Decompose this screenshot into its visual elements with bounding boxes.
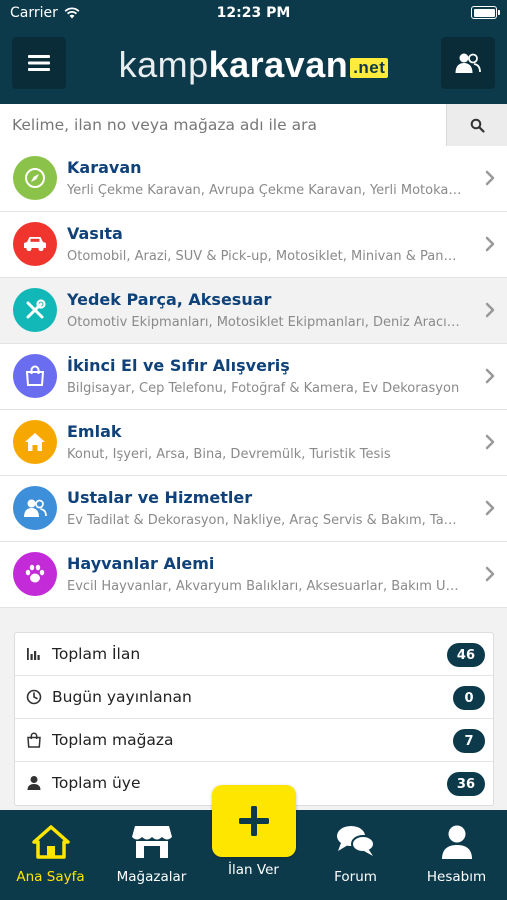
status-time: 12:23 PM	[216, 5, 291, 21]
tab-label: Hesabım	[426, 869, 487, 885]
category-title: Yedek Parça, Aksesuar	[67, 290, 272, 309]
store-icon	[131, 826, 172, 858]
chevron-right-icon	[485, 368, 495, 384]
category-subtitle: Evcil Hayvanlar, Akvaryum Balıkları, Aks…	[67, 579, 462, 594]
tab-stores[interactable]: Mağazalar	[101, 810, 202, 900]
category-ustalar[interactable]: Ustalar ve Hizmetler Ev Tadilat & Dekora…	[0, 476, 507, 542]
tab-forum[interactable]: Forum	[305, 810, 406, 900]
category-emlak[interactable]: Emlak Konut, İşyeri, Arsa, Bina, Devremü…	[0, 410, 507, 476]
chevron-right-icon	[485, 170, 495, 186]
post-ad-button[interactable]	[212, 785, 296, 857]
status-bar: Carrier 12:23 PM	[0, 0, 507, 28]
logo-bold: karavan	[208, 44, 349, 85]
category-hayvanlar[interactable]: Hayvanlar Alemi Evcil Hayvanlar, Akvaryu…	[0, 542, 507, 608]
plus-icon	[239, 806, 269, 836]
chevron-right-icon	[485, 236, 495, 252]
category-yedek-parca[interactable]: Yedek Parça, Aksesuar Otomotiv Ekipmanla…	[0, 278, 507, 344]
category-title: Ustalar ve Hizmetler	[67, 488, 253, 507]
car-icon	[24, 237, 46, 252]
stat-total-listings: Toplam İlan 46	[15, 633, 493, 676]
search-icon	[470, 118, 485, 133]
category-subtitle: Konut, İşyeri, Arsa, Bina, Devremülk, Tu…	[67, 447, 391, 462]
paw-icon	[25, 564, 45, 583]
users-icon	[455, 53, 481, 73]
tab-label: Mağazalar	[116, 869, 187, 885]
home-icon	[31, 825, 70, 859]
search-button[interactable]	[446, 104, 507, 146]
battery-icon	[471, 6, 500, 19]
category-title: İkinci El ve Sıfır Alışveriş	[67, 356, 290, 375]
category-title: Emlak	[67, 422, 122, 441]
category-vasita[interactable]: Vasıta Otomobil, Arazi, SUV & Pick-up, M…	[0, 212, 507, 278]
stat-badge: 46	[446, 643, 485, 667]
category-title: Vasıta	[67, 224, 123, 243]
tab-label: İlan Ver	[228, 862, 279, 878]
search-input[interactable]	[0, 104, 446, 146]
category-subtitle: Ev Tadilat & Dekorasyon, Nakliye, Araç S…	[67, 513, 462, 528]
stat-total-stores: Toplam mağaza 7	[15, 719, 493, 762]
category-icon	[13, 354, 57, 398]
category-karavan[interactable]: Karavan Yerli Çekme Karavan, Avrupa Çekm…	[0, 146, 507, 212]
stat-label: Toplam İlan	[52, 645, 141, 663]
chevron-right-icon	[485, 566, 495, 582]
user-icon	[441, 825, 472, 859]
tools-icon	[26, 299, 46, 319]
stat-label: Toplam mağaza	[52, 731, 174, 749]
logo-badge: .net	[350, 58, 389, 78]
category-icon	[13, 486, 57, 530]
category-title: Hayvanlar Alemi	[67, 554, 215, 573]
category-icon	[13, 552, 57, 596]
chevron-right-icon	[485, 434, 495, 450]
category-subtitle: Otomotiv Ekipmanları, Motosiklet Ekipman…	[67, 315, 462, 330]
category-subtitle: Yerli Çekme Karavan, Avrupa Çekme Karava…	[67, 183, 462, 198]
tab-label: Forum	[334, 869, 377, 885]
clock-icon	[26, 689, 42, 705]
stats-panel: Toplam İlan 46 Bugün yayınlanan 0 Toplam…	[14, 632, 494, 806]
shopping-bag-icon	[25, 365, 45, 386]
category-icon	[13, 420, 57, 464]
tab-home[interactable]: Ana Sayfa	[0, 810, 101, 900]
category-title: Karavan	[67, 158, 142, 177]
stat-label: Toplam üye	[52, 774, 141, 792]
user-icon	[27, 776, 41, 790]
chevron-right-icon	[485, 302, 495, 318]
category-icon	[13, 288, 57, 332]
logo-light: kamp	[118, 44, 209, 85]
chat-icon	[336, 826, 375, 856]
shopping-bag-icon	[27, 732, 41, 748]
compass-icon	[25, 168, 45, 188]
category-icon	[13, 222, 57, 266]
stat-badge: 0	[453, 686, 485, 710]
category-subtitle: Otomobil, Arazi, SUV & Pick-up, Motosikl…	[67, 249, 462, 264]
category-subtitle: Bilgisayar, Cep Telefonu, Fotoğraf & Kam…	[67, 381, 460, 396]
stat-badge: 36	[446, 772, 485, 796]
search-bar	[0, 104, 507, 146]
category-alisveris[interactable]: İkinci El ve Sıfır Alışveriş Bilgisayar,…	[0, 344, 507, 410]
users-icon	[24, 499, 47, 517]
stat-label: Bugün yayınlanan	[52, 688, 192, 706]
chevron-right-icon	[485, 500, 495, 516]
stat-published-today: Bugün yayınlanan 0	[15, 676, 493, 719]
category-icon	[13, 156, 57, 200]
bar-chart-icon	[27, 648, 40, 660]
tab-account[interactable]: Hesabım	[406, 810, 507, 900]
top-bar: Carrier 12:23 PM kampkaravan .net	[0, 0, 507, 104]
app-logo[interactable]: kampkaravan .net	[0, 44, 507, 86]
house-icon	[25, 433, 45, 451]
tab-label: Ana Sayfa	[16, 869, 85, 885]
stat-badge: 7	[453, 729, 485, 753]
category-list: Karavan Yerli Çekme Karavan, Avrupa Çekm…	[0, 146, 507, 608]
account-button[interactable]	[441, 37, 495, 89]
